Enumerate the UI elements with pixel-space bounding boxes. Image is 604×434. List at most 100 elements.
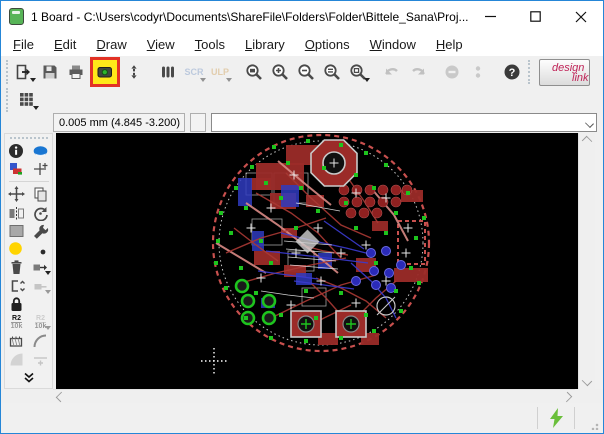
mark-icon	[32, 161, 49, 177]
zoomfit-icon	[245, 63, 263, 81]
tool-mark-button[interactable]	[31, 160, 50, 178]
design-link-button[interactable]: designlink	[539, 59, 590, 86]
help-button[interactable]: ?	[499, 59, 525, 85]
menu-tools[interactable]: Tools	[185, 35, 235, 54]
minimize-icon	[485, 11, 496, 22]
board-button[interactable]	[92, 59, 118, 85]
sidebar-tool-row	[7, 350, 50, 368]
tool-move-button[interactable]	[7, 185, 26, 203]
menu-help[interactable]: Help	[426, 35, 473, 54]
zoomout-icon	[297, 63, 315, 81]
route-icon	[8, 278, 25, 294]
tool-ripup-button[interactable]	[31, 277, 50, 295]
sidebar-more-tools-button[interactable]	[23, 370, 35, 388]
toolbar-drag-handle[interactable]	[528, 60, 530, 84]
columns-icon	[159, 63, 177, 81]
menu-library[interactable]: Library	[235, 35, 295, 54]
command-combobox[interactable]	[211, 113, 597, 132]
undo-button[interactable]	[379, 59, 405, 85]
menu-view[interactable]: View	[137, 35, 185, 54]
tool-pinswap-button[interactable]	[31, 258, 50, 276]
tool-miter-button[interactable]	[31, 332, 50, 350]
zoomin-button[interactable]	[267, 59, 293, 85]
main-toolbar: SCRULP?designlink»	[1, 56, 603, 88]
close-button[interactable]	[558, 1, 603, 32]
tool-mirror-button[interactable]	[7, 204, 26, 222]
tool-split-button[interactable]	[31, 350, 50, 368]
redo-button[interactable]	[405, 59, 431, 85]
undo-icon	[383, 63, 401, 81]
resize-grip[interactable]	[591, 421, 600, 430]
sidebar-tool-row	[7, 277, 50, 295]
zoomexact-button[interactable]	[319, 59, 345, 85]
delete-icon	[8, 259, 25, 275]
miterdot-icon	[32, 241, 49, 257]
horizontal-scrollbar[interactable]	[53, 389, 575, 403]
tool-group-button[interactable]	[7, 222, 26, 240]
scroll-up-icon[interactable]	[582, 136, 592, 146]
dots-button[interactable]	[465, 59, 491, 85]
zoomfit-button[interactable]	[241, 59, 267, 85]
minimize-button[interactable]	[468, 1, 513, 32]
show-icon	[32, 143, 49, 159]
tool-route-button[interactable]	[7, 277, 26, 295]
tool-paint-button[interactable]	[7, 240, 26, 258]
lock-icon	[8, 296, 25, 312]
toolbar-drag-handle[interactable]	[6, 88, 11, 112]
sidebar-tool-row	[7, 258, 50, 276]
print-button[interactable]	[63, 59, 89, 85]
zoomout-button[interactable]	[293, 59, 319, 85]
tool-value-button[interactable]: R210k	[31, 313, 50, 331]
stop-button[interactable]	[439, 59, 465, 85]
columns-button[interactable]	[155, 59, 181, 85]
menu-file[interactable]: File	[3, 35, 44, 54]
pcb-canvas[interactable]	[56, 133, 578, 389]
sidebar-tool-row	[7, 160, 50, 178]
stop-icon	[443, 63, 461, 81]
updown-button[interactable]	[121, 59, 147, 85]
tool-name-button[interactable]: R210k	[7, 313, 26, 331]
tool-smash-button[interactable]	[7, 332, 26, 350]
zoomselect-button[interactable]	[345, 59, 371, 85]
grid-button[interactable]	[14, 87, 40, 113]
tool-copy-button[interactable]	[31, 185, 50, 203]
mirror-icon	[8, 205, 25, 221]
maximize-button[interactable]	[513, 1, 558, 32]
command-input[interactable]	[212, 114, 596, 131]
dots-icon	[469, 63, 487, 81]
menu-bar: FileEditDrawViewToolsLibraryOptionsWindo…	[1, 32, 603, 56]
scroll-right-icon[interactable]	[562, 391, 572, 401]
tool-lock-button[interactable]	[7, 295, 26, 313]
menu-edit[interactable]: Edit	[44, 35, 86, 54]
menu-window[interactable]: Window	[360, 35, 426, 54]
scroll-left-icon[interactable]	[56, 391, 66, 401]
lightning-icon	[549, 408, 564, 428]
pcb-layout	[56, 133, 578, 389]
tool-change-button[interactable]	[31, 222, 50, 240]
open-button[interactable]	[11, 59, 37, 85]
drc-check-button[interactable]	[538, 405, 574, 431]
toolbar-drag-handle[interactable]	[6, 60, 8, 84]
updown-icon	[125, 63, 143, 81]
tool-display-button[interactable]	[7, 160, 26, 178]
sidebar-tool-row	[7, 331, 50, 349]
ulp-button[interactable]: ULP	[207, 59, 233, 85]
menu-options[interactable]: Options	[295, 35, 360, 54]
tool-rotate-button[interactable]	[31, 204, 50, 222]
tool-miterdot-button[interactable]	[31, 240, 50, 258]
tool-arc-button[interactable]	[7, 350, 26, 368]
tool-info-button[interactable]	[7, 142, 26, 160]
vertical-scrollbar[interactable]	[578, 133, 595, 389]
scrollbar-corner	[575, 389, 603, 403]
save-button[interactable]	[37, 59, 63, 85]
sidebar-drag-handle[interactable]	[10, 137, 48, 141]
menu-draw[interactable]: Draw	[86, 35, 136, 54]
dropdown-arrow-icon	[45, 290, 51, 294]
sidebar-separator	[9, 181, 49, 182]
scroll-down-icon[interactable]	[582, 376, 592, 386]
move-icon	[8, 186, 25, 202]
tool-show-button[interactable]	[31, 142, 50, 160]
scr-button[interactable]: SCR	[181, 59, 207, 85]
zoomexact-icon	[323, 63, 341, 81]
tool-delete-button[interactable]	[7, 258, 26, 276]
